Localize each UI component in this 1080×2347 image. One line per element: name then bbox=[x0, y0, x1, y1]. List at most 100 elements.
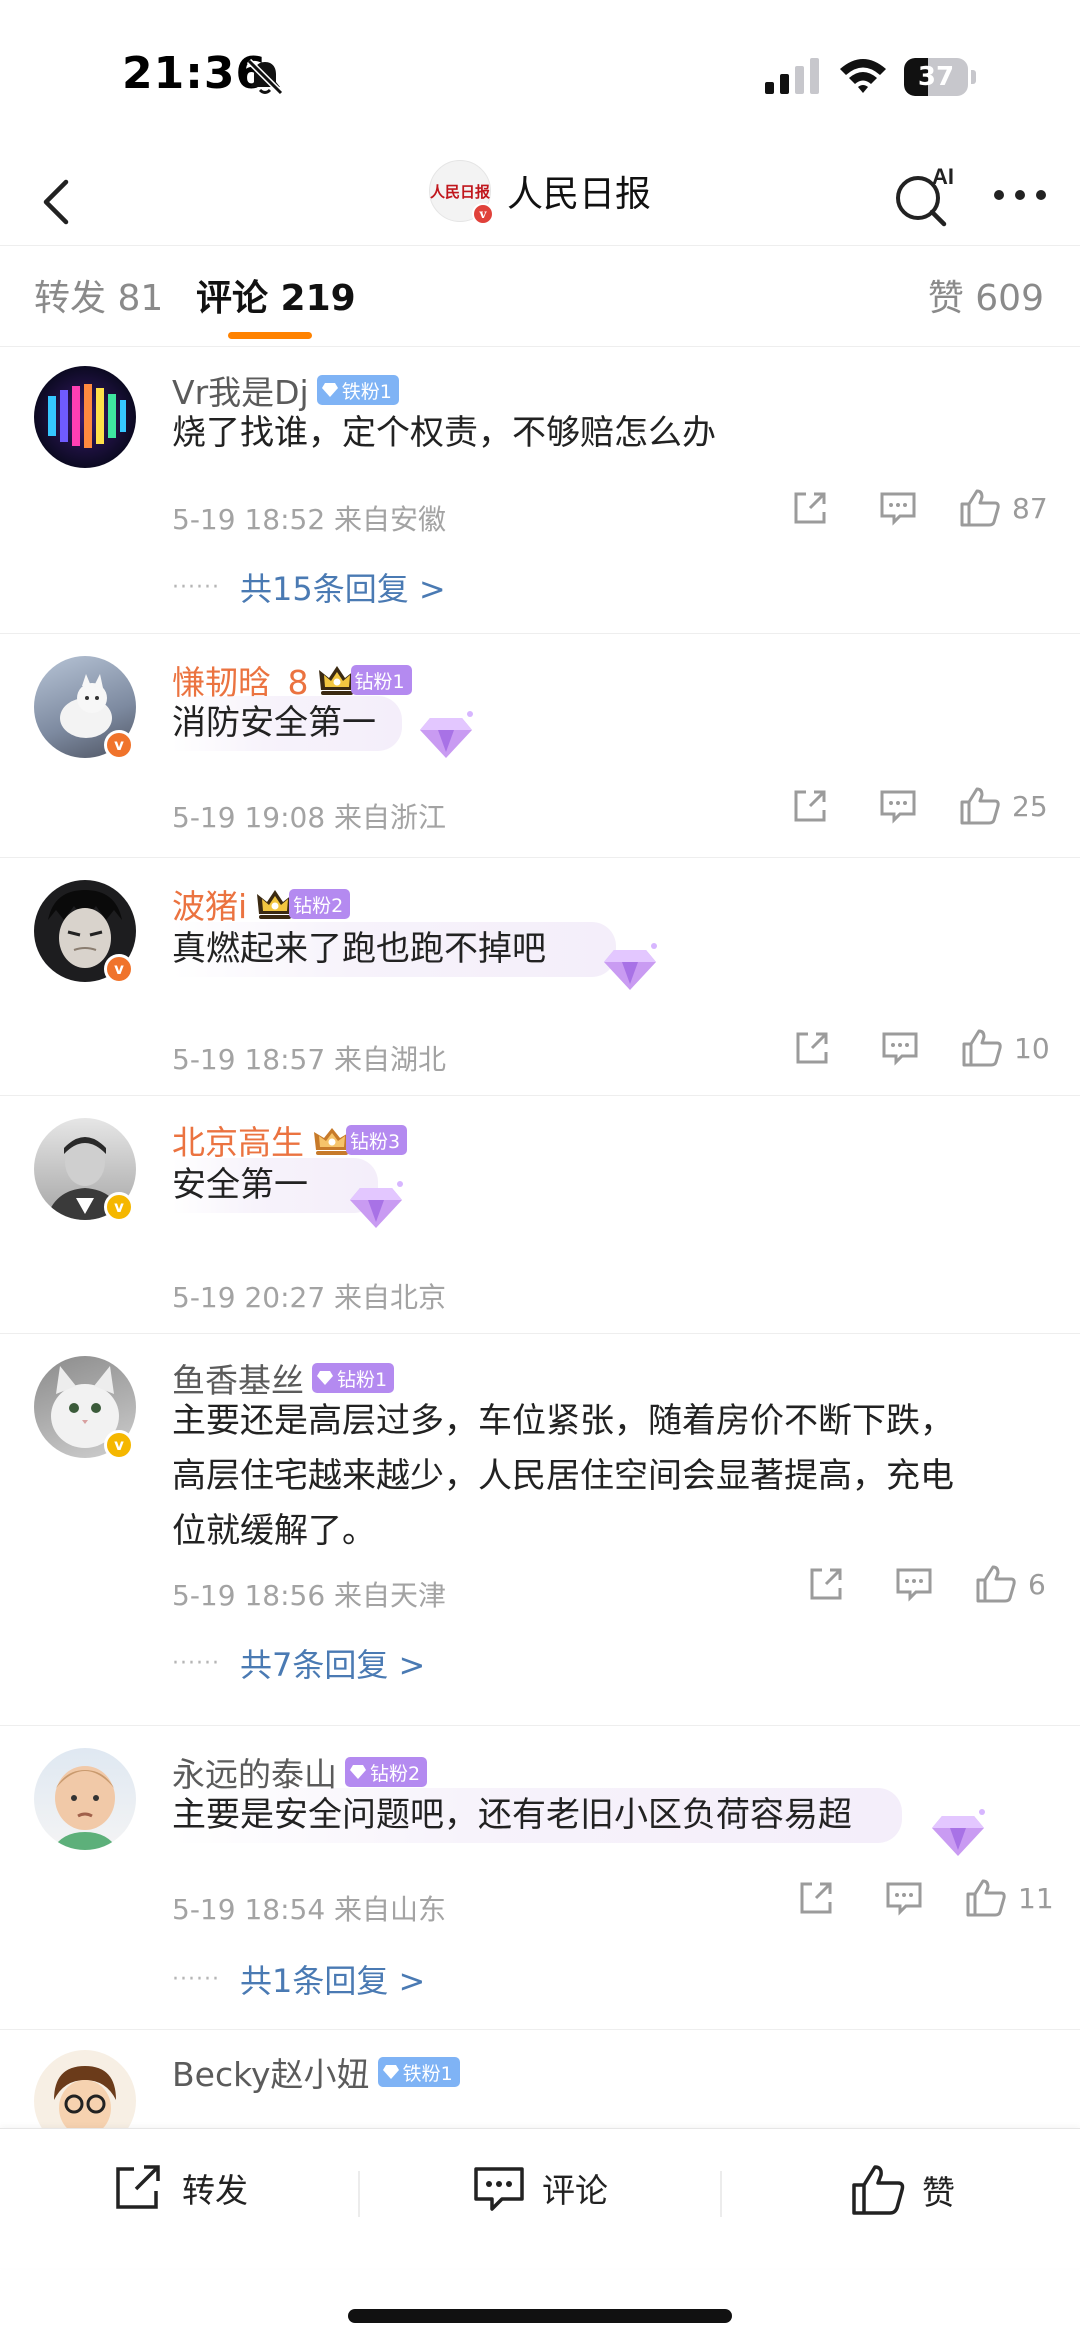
verified-icon: v bbox=[104, 1192, 134, 1222]
diamond-sticker-icon bbox=[420, 711, 473, 758]
reply-button[interactable] bbox=[880, 1028, 920, 1068]
comment-actions: 25 bbox=[790, 786, 1048, 826]
share-button[interactable] bbox=[796, 1878, 836, 1918]
reply-button[interactable] bbox=[894, 1564, 934, 1604]
fan-badge-label: 钻粉1 bbox=[354, 670, 405, 693]
diamond-sticker-icon bbox=[932, 1809, 985, 1856]
fan-badge: 铁粉1 bbox=[377, 2057, 460, 2087]
ai-search-icon: AI bbox=[896, 164, 954, 227]
fan-badge: 钻粉2 bbox=[289, 889, 351, 919]
comment-text: 主要是安全问题吧，还有老旧小区负荷容易超 bbox=[172, 1788, 1032, 1843]
cellular-signal-icon bbox=[765, 58, 819, 94]
diamond-sticker-icon bbox=[604, 943, 657, 990]
repost-button[interactable]: 转发 bbox=[112, 2163, 248, 2213]
reply-button[interactable] bbox=[878, 786, 918, 826]
diamond-icon bbox=[317, 1371, 333, 1385]
like-count: 87 bbox=[1012, 491, 1048, 525]
share-icon bbox=[810, 1568, 842, 1600]
fan-badge-label: 钻粉1 bbox=[337, 1368, 388, 1391]
like-count: 6 bbox=[1028, 1567, 1046, 1601]
username[interactable]: 北京高生 bbox=[172, 1116, 304, 1164]
replies-dots: ······ bbox=[172, 1650, 220, 1676]
comment-actions: 11 bbox=[796, 1878, 1054, 1918]
share-icon bbox=[794, 790, 826, 822]
view-replies-link[interactable]: ······ 共15条回复 > bbox=[172, 564, 446, 610]
thumbs-up-icon bbox=[966, 1879, 1006, 1917]
comment-meta: 5-19 18:54 来自山东 bbox=[172, 1893, 447, 1926]
like-button[interactable]: 赞 bbox=[850, 2163, 955, 2217]
diamond-icon bbox=[382, 2065, 399, 2079]
replies-dots: ······ bbox=[172, 574, 220, 600]
like-button[interactable]: 6 bbox=[974, 1564, 1046, 1604]
verified-icon: v bbox=[471, 203, 494, 225]
like-button[interactable]: 87 bbox=[958, 488, 1048, 528]
tab-like[interactable]: 赞 609 bbox=[928, 269, 1044, 321]
like-count: 11 bbox=[1018, 1881, 1054, 1915]
avatar[interactable] bbox=[34, 1748, 136, 1850]
like-button[interactable]: 25 bbox=[958, 786, 1048, 826]
comment-text-content: 主要是安全问题吧，还有老旧小区负荷容易超 bbox=[172, 1788, 902, 1843]
like-label: 赞 bbox=[922, 2173, 955, 2212]
like-count: 10 bbox=[1014, 1031, 1050, 1065]
username[interactable]: Becky赵小妞 bbox=[172, 2048, 370, 2096]
share-button[interactable] bbox=[792, 1028, 832, 1068]
battery-indicator: 37 bbox=[904, 58, 976, 96]
comment-meta: 5-19 20:27 来自北京 bbox=[172, 1281, 447, 1314]
comment-icon bbox=[896, 1568, 932, 1602]
comment-icon bbox=[474, 2167, 524, 2211]
reply-button[interactable] bbox=[878, 488, 918, 528]
comment-icon bbox=[886, 1882, 922, 1916]
share-button[interactable] bbox=[806, 1564, 846, 1604]
view-replies-link[interactable]: ······ 共7条回复 > bbox=[172, 1640, 425, 1686]
tab-repost[interactable]: 转发 81 bbox=[34, 269, 163, 321]
comment-actions: 6 bbox=[806, 1564, 1046, 1604]
comment-text-content: 真燃起来了跑也跑不掉吧 bbox=[172, 922, 616, 977]
fan-badge: 铁粉1 bbox=[316, 375, 399, 405]
diamond-icon bbox=[321, 383, 338, 397]
comment-item: Becky赵小妞 铁粉1 bbox=[0, 2030, 1080, 2128]
comment-icon bbox=[880, 790, 916, 824]
comment-text: 消防安全第一 bbox=[172, 696, 1032, 751]
like-count: 25 bbox=[1012, 789, 1048, 823]
comment-text-content: 烧了找谁，定个权责，不够赔怎么办 bbox=[172, 413, 716, 453]
share-icon bbox=[800, 1882, 832, 1914]
replies-dots: ······ bbox=[172, 1966, 220, 1992]
home-indicator[interactable] bbox=[348, 2309, 732, 2323]
comment-actions: 10 bbox=[792, 1028, 1050, 1068]
account-title[interactable]: 人民日报 v 人民日报 bbox=[428, 160, 651, 225]
comment-item: v 波猪i 钻粉2 真燃起来了跑也跑不掉吧 5-19 18:57 来自湖北 10 bbox=[0, 858, 1080, 1096]
comment-text: 烧了找谁，定个权责，不够赔怎么办 bbox=[172, 406, 1032, 461]
avatar[interactable] bbox=[34, 2050, 136, 2128]
replies-count: 共1条回复 > bbox=[239, 1962, 426, 2000]
ai-search-button[interactable]: AI bbox=[890, 162, 960, 232]
comment-item: v 慊韧晗_8 钻粉1 消防安全第一 5-19 19:08 来自浙江 25 bbox=[0, 634, 1080, 858]
page-title: 人民日报 bbox=[506, 174, 651, 215]
fan-badge: 钻粉1 bbox=[350, 665, 412, 695]
verified-icon: v bbox=[104, 954, 134, 984]
account-avatar[interactable]: 人民日报 v bbox=[428, 160, 494, 225]
share-icon bbox=[794, 492, 826, 524]
diamond-sticker-icon bbox=[350, 1181, 403, 1228]
share-button[interactable] bbox=[790, 488, 830, 528]
username[interactable]: 波猪i bbox=[172, 880, 247, 928]
comment-list[interactable]: Vr我是Dj 铁粉1 烧了找谁，定个权责，不够赔怎么办 5-19 18:52 来… bbox=[0, 348, 1080, 2128]
comment-text: 安全第一 bbox=[172, 1158, 1032, 1213]
svg-text:AI: AI bbox=[932, 164, 954, 189]
reply-button[interactable] bbox=[884, 1878, 924, 1918]
fan-badge: 钻粉1 bbox=[312, 1363, 395, 1393]
like-button[interactable]: 11 bbox=[964, 1878, 1054, 1918]
active-tab-indicator bbox=[228, 332, 312, 339]
comment-button[interactable]: 评论 bbox=[472, 2163, 608, 2213]
like-button[interactable]: 10 bbox=[960, 1028, 1050, 1068]
share-button[interactable] bbox=[790, 786, 830, 826]
comment-text-line: 主要还是高层过多，车位紧张，随着房价不断下跌， bbox=[172, 1401, 954, 1441]
avatar[interactable] bbox=[34, 366, 136, 468]
status-bar: 21:36 37 bbox=[0, 0, 1080, 150]
verified-icon: v bbox=[104, 730, 134, 760]
view-replies-link[interactable]: ······ 共1条回复 > bbox=[172, 1956, 425, 2002]
comment-item: 永远的泰山 钻粉2 主要是安全问题吧，还有老旧小区负荷容易超 5-19 18:5… bbox=[0, 1726, 1080, 2030]
tab-comment[interactable]: 评论 219 bbox=[196, 269, 356, 321]
more-options-icon[interactable] bbox=[985, 170, 1055, 220]
comment-meta: 5-19 18:52 来自安徽 bbox=[172, 503, 447, 536]
avatar-logo-text: 人民日报 bbox=[429, 182, 490, 201]
